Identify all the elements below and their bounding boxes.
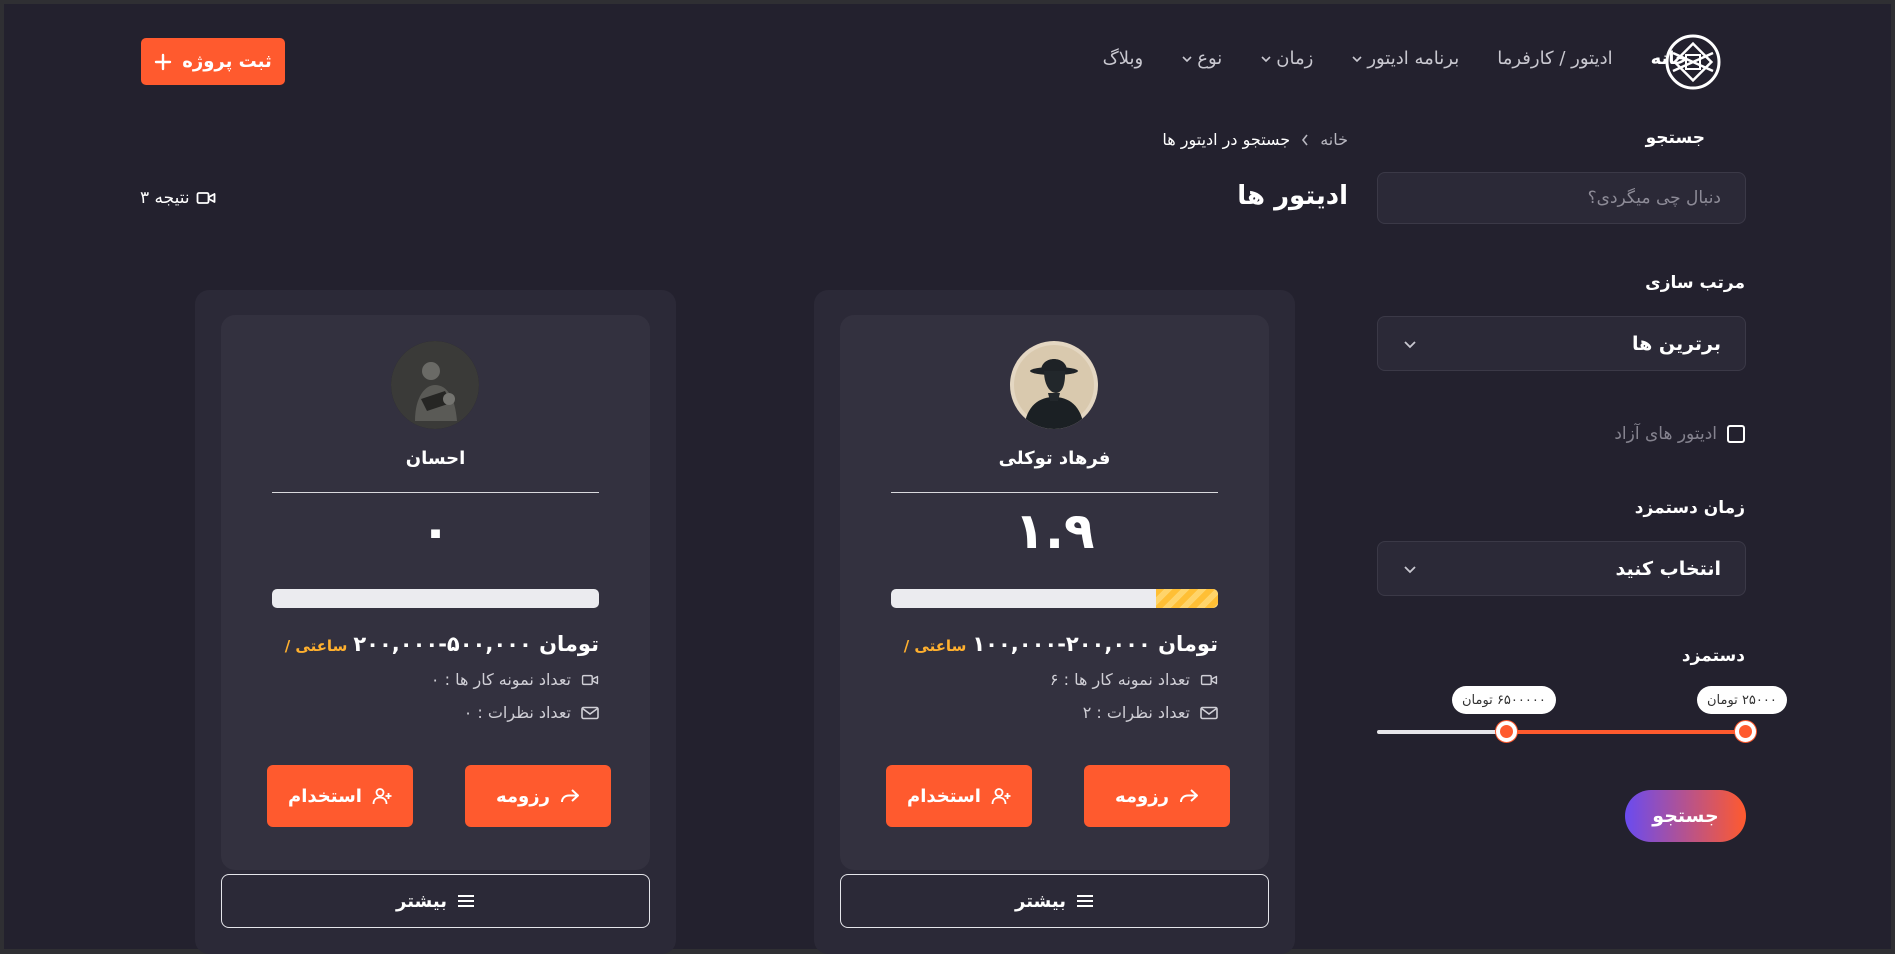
chevron-down-icon (1352, 55, 1362, 62)
sort-select[interactable]: برترین ها (1377, 316, 1746, 371)
price: ۲۰۰,۰۰۰-۵۰۰,۰۰۰ تومان (353, 632, 599, 656)
search-label: جستجو (1645, 128, 1705, 148)
resume-button[interactable]: رزومه (465, 765, 611, 827)
search-input[interactable] (1377, 172, 1746, 224)
video-icon (1200, 674, 1218, 685)
rating-bar (272, 589, 599, 608)
video-icon (196, 192, 216, 204)
mail-icon (581, 706, 599, 719)
resume-button[interactable]: رزومه (1084, 765, 1230, 827)
samples-stat: تعداد نمونه کار ها : ۰ (431, 670, 599, 689)
nav-home-label: خانه (1650, 48, 1688, 69)
hire-label: استخدام (907, 785, 981, 807)
nav-editor-client[interactable]: ادیتور / کارفرما (1497, 48, 1612, 69)
freelance-filter[interactable]: ادیتور های آزاد (1614, 424, 1745, 444)
main-nav: خانه ادیتور / کارفرما برنامه ادیتور زمان… (1103, 48, 1688, 69)
editor-card-body: احسان ۰ ۲۰۰,۰۰۰-۵۰۰,۰۰۰ تومان / ساعتی تع… (221, 315, 650, 870)
nav-editing-app[interactable]: برنامه ادیتور (1351, 48, 1459, 69)
delivery-time-select[interactable]: انتخاب کنید (1377, 541, 1746, 596)
user-plus-icon (372, 788, 392, 805)
editor-score: ۱.۹ (1014, 502, 1095, 560)
price-unit: / ساعتی (284, 637, 348, 655)
rating-bar (891, 589, 1218, 608)
breadcrumb: خانه جستجو در ادیتور ها (1162, 130, 1348, 149)
editor-name: احسان (405, 448, 466, 469)
more-label: بیشتر (396, 890, 447, 912)
more-button[interactable]: بیشتر (221, 874, 650, 928)
nav-blog-label: وبلاگ (1102, 48, 1144, 69)
range-max-handle[interactable] (1496, 721, 1517, 742)
nav-blog[interactable]: وبلاگ (1103, 48, 1144, 69)
reviews-count: تعداد نظرات : ۲ (1082, 703, 1190, 722)
wage-label: دستمزد (1681, 646, 1745, 666)
hire-label: استخدام (288, 785, 362, 807)
chevron-down-icon (1404, 565, 1416, 573)
divider (891, 492, 1218, 493)
breadcrumb-home[interactable]: خانه (1320, 130, 1348, 149)
video-icon (581, 674, 599, 685)
chevron-down-icon (1404, 340, 1416, 348)
freelance-checkbox[interactable] (1727, 425, 1745, 443)
submit-project-button[interactable]: ثبت پروژه (141, 38, 285, 85)
avatar (391, 341, 479, 429)
nav-time-label: زمان (1276, 48, 1314, 69)
share-arrow-icon (1179, 789, 1198, 803)
user-plus-icon (991, 788, 1011, 805)
more-button[interactable]: بیشتر (840, 874, 1269, 928)
more-label: بیشتر (1015, 890, 1066, 912)
rating-bar-fill (1155, 589, 1218, 608)
page-title: ادیتور ها (1237, 181, 1348, 211)
share-arrow-icon (560, 789, 579, 803)
price: ۱۰۰,۰۰۰-۲۰۰,۰۰۰ تومان (972, 632, 1218, 656)
submit-project-label: ثبت پروژه (182, 51, 272, 72)
divider (272, 492, 599, 493)
plus-icon (155, 53, 172, 70)
search-button[interactable]: جستجو (1625, 790, 1746, 842)
samples-count: تعداد نمونه کار ها : ۶ (1049, 670, 1190, 689)
resume-label: رزومه (496, 785, 550, 807)
samples-stat: تعداد نمونه کار ها : ۶ (1050, 670, 1218, 689)
range-max-tooltip: ۶۵۰۰۰۰۰ تومان (1452, 686, 1556, 714)
nav-home[interactable]: خانه (1651, 48, 1688, 69)
range-min-handle[interactable] (1735, 721, 1756, 742)
chevron-down-icon (1261, 55, 1271, 62)
editor-card: احسان ۰ ۲۰۰,۰۰۰-۵۰۰,۰۰۰ تومان / ساعتی تع… (195, 290, 676, 954)
breadcrumb-current: جستجو در ادیتور ها (1162, 130, 1291, 149)
range-min-tooltip: ۲۵۰۰۰ تومان (1697, 686, 1787, 714)
editor-card: فرهاد توکلی ۱.۹ ۱۰۰,۰۰۰-۲۰۰,۰۰۰ تومان / … (814, 290, 1295, 954)
reviews-count: تعداد نظرات : ۰ (463, 703, 571, 722)
reviews-stat: تعداد نظرات : ۲ (1083, 703, 1218, 722)
price-row: ۱۰۰,۰۰۰-۲۰۰,۰۰۰ تومان / ساعتی (904, 632, 1218, 656)
mail-icon (1200, 706, 1218, 719)
price-unit: / ساعتی (903, 637, 967, 655)
avatar (1010, 341, 1098, 429)
hire-button[interactable]: استخدام (886, 765, 1032, 827)
chevron-left-icon (1302, 134, 1308, 145)
samples-count: تعداد نمونه کار ها : ۰ (430, 670, 571, 689)
result-count: ۳ نتیجه (140, 188, 216, 208)
nav-type-label: نوع (1197, 48, 1223, 69)
result-count-label: ۳ نتیجه (140, 188, 190, 208)
freelance-label: ادیتور های آزاد (1614, 424, 1717, 444)
hire-button[interactable]: استخدام (267, 765, 413, 827)
wage-range-fill (1506, 730, 1746, 734)
nav-time[interactable]: زمان (1260, 48, 1313, 69)
nav-editing-app-label: برنامه ادیتور (1367, 48, 1460, 69)
editor-score: ۰ (420, 502, 451, 560)
nav-type[interactable]: نوع (1181, 48, 1222, 69)
menu-icon (1076, 895, 1093, 907)
sort-select-value: برترین ها (1631, 332, 1721, 355)
sort-label: مرتب سازی (1645, 273, 1745, 293)
delivery-time-label: زمان دستمزد (1634, 498, 1745, 518)
reviews-stat: تعداد نظرات : ۰ (464, 703, 599, 722)
resume-label: رزومه (1115, 785, 1169, 807)
chevron-down-icon (1182, 55, 1192, 62)
menu-icon (457, 895, 474, 907)
delivery-time-value: انتخاب کنید (1615, 557, 1721, 580)
editor-name: فرهاد توکلی (998, 448, 1111, 469)
price-row: ۲۰۰,۰۰۰-۵۰۰,۰۰۰ تومان / ساعتی (285, 632, 599, 656)
editor-card-body: فرهاد توکلی ۱.۹ ۱۰۰,۰۰۰-۲۰۰,۰۰۰ تومان / … (840, 315, 1269, 870)
nav-editor-client-label: ادیتور / کارفرما (1497, 48, 1613, 69)
